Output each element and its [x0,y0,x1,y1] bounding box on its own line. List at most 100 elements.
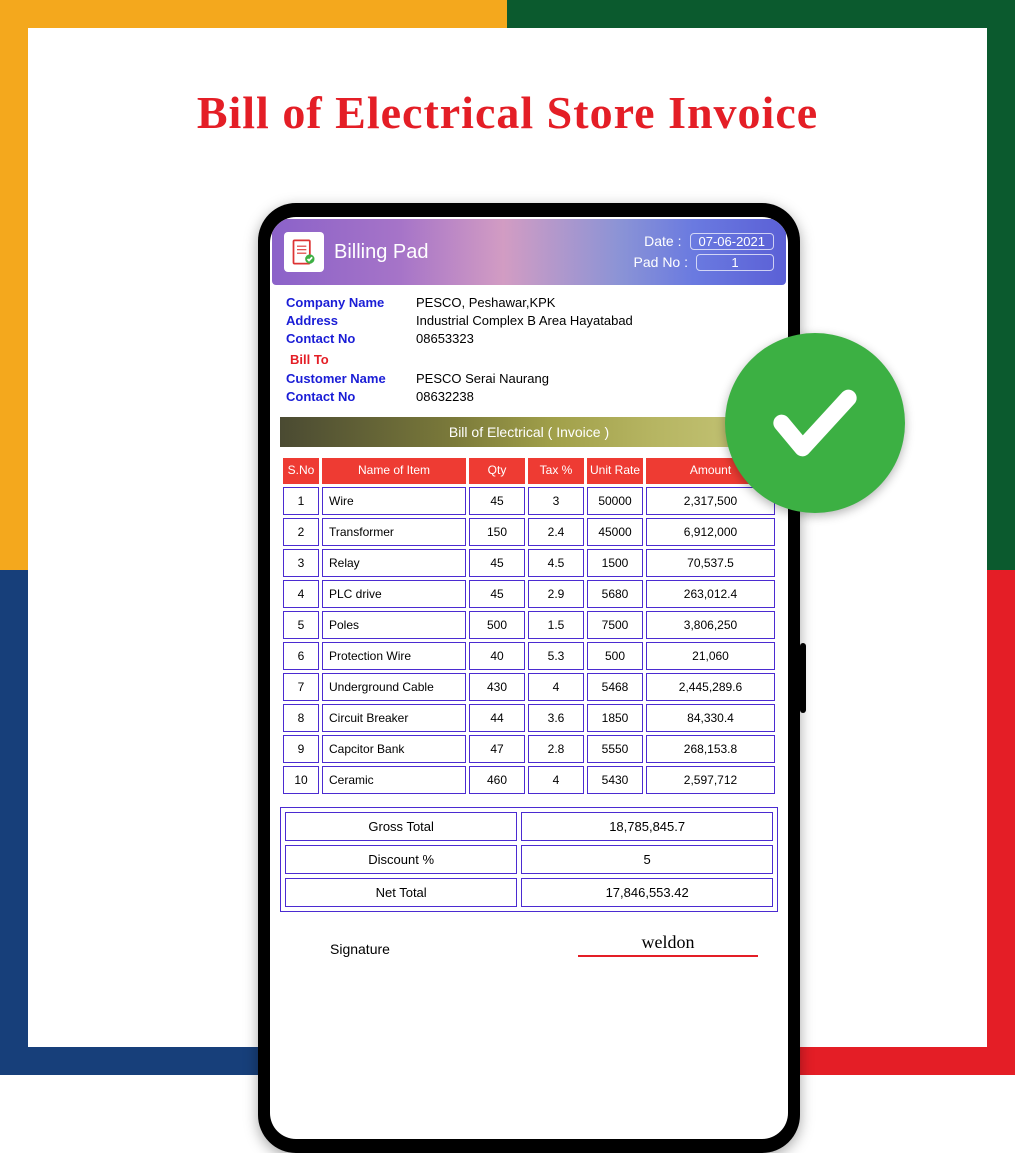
cell-tax: 4 [528,766,584,794]
cell-sno: 2 [283,518,319,546]
col-sno: S.No [283,458,319,484]
customer-contact-value: 08632238 [416,389,474,404]
table-row: 10Ceramic460454302,597,712 [283,766,775,794]
pad-no-label: Pad No : [634,254,688,271]
cell-name: Ceramic [322,766,466,794]
date-value: 07-06-2021 [690,233,775,250]
customer-name-value: PESCO Serai Naurang [416,371,549,386]
cell-rate: 1850 [587,704,643,732]
company-name-label: Company Name [286,295,416,310]
cell-amount: 2,445,289.6 [646,673,775,701]
company-block: Company Name PESCO, Peshawar,KPK Address… [270,285,788,411]
cell-name: Wire [322,487,466,515]
cell-qty: 150 [469,518,525,546]
cell-tax: 4 [528,673,584,701]
bill-to-label: Bill To [290,352,772,367]
gross-total-value: 18,785,845.7 [521,812,773,841]
cell-rate: 500 [587,642,643,670]
billing-pad-icon [284,232,324,272]
table-row: 4PLC drive452.95680263,012.4 [283,580,775,608]
table-row: 3Relay454.5150070,537.5 [283,549,775,577]
cell-sno: 10 [283,766,319,794]
cell-amount: 6,912,000 [646,518,775,546]
cell-tax: 2.8 [528,735,584,763]
page-title: Bill of Electrical Store Invoice [28,86,987,139]
cell-qty: 44 [469,704,525,732]
section-title: Bill of Electrical ( Invoice ) [280,417,778,447]
contact-value: 08653323 [416,331,474,346]
address-label: Address [286,313,416,328]
cell-qty: 40 [469,642,525,670]
cell-qty: 45 [469,487,525,515]
pad-no-value: 1 [696,254,774,271]
cell-amount: 84,330.4 [646,704,775,732]
cell-amount: 263,012.4 [646,580,775,608]
cell-tax: 4.5 [528,549,584,577]
cell-sno: 5 [283,611,319,639]
table-row: 5Poles5001.575003,806,250 [283,611,775,639]
cell-tax: 2.4 [528,518,584,546]
cell-rate: 5430 [587,766,643,794]
items-table-wrap: S.No Name of Item Qty Tax % Unit Rate Am… [270,455,788,797]
cell-rate: 7500 [587,611,643,639]
table-row: 9Capcitor Bank472.85550268,153.8 [283,735,775,763]
items-table: S.No Name of Item Qty Tax % Unit Rate Am… [280,455,778,797]
phone-side-button [800,643,806,713]
cell-name: PLC drive [322,580,466,608]
cell-sno: 8 [283,704,319,732]
cell-name: Circuit Breaker [322,704,466,732]
content-panel: Bill of Electrical Store Invoice Billing… [28,28,987,1047]
cell-rate: 5550 [587,735,643,763]
signature-line [578,955,758,957]
totals-table: Gross Total 18,785,845.7 Discount % 5 Ne… [281,808,777,911]
contact-label: Contact No [286,331,416,346]
cell-amount: 2,597,712 [646,766,775,794]
cell-tax: 2.9 [528,580,584,608]
cell-sno: 7 [283,673,319,701]
col-tax: Tax % [528,458,584,484]
table-row: 8Circuit Breaker443.6185084,330.4 [283,704,775,732]
date-label: Date : [644,233,681,250]
address-value: Industrial Complex B Area Hayatabad [416,313,633,328]
cell-qty: 460 [469,766,525,794]
cell-tax: 1.5 [528,611,584,639]
signature-value: weldon [642,932,695,953]
totals-wrap: Gross Total 18,785,845.7 Discount % 5 Ne… [280,807,778,912]
signature-label: Signature [330,941,390,957]
gross-total-label: Gross Total [285,812,517,841]
net-total-label: Net Total [285,878,517,907]
phone-screen: Billing Pad Date : 07-06-2021 Pad No : 1… [270,217,788,1139]
cell-amount: 21,060 [646,642,775,670]
cell-sno: 4 [283,580,319,608]
cell-sno: 9 [283,735,319,763]
cell-qty: 45 [469,580,525,608]
cell-qty: 45 [469,549,525,577]
check-icon [725,333,905,513]
cell-amount: 70,537.5 [646,549,775,577]
cell-tax: 3 [528,487,584,515]
cell-sno: 1 [283,487,319,515]
customer-name-label: Customer Name [286,371,416,386]
discount-value: 5 [521,845,773,874]
cell-name: Underground Cable [322,673,466,701]
cell-qty: 430 [469,673,525,701]
table-row: 1Wire453500002,317,500 [283,487,775,515]
table-row: 7Underground Cable430454682,445,289.6 [283,673,775,701]
net-total-value: 17,846,553.42 [521,878,773,907]
app-title: Billing Pad [334,241,634,264]
cell-name: Capcitor Bank [322,735,466,763]
cell-sno: 6 [283,642,319,670]
cell-name: Poles [322,611,466,639]
cell-rate: 1500 [587,549,643,577]
cell-rate: 50000 [587,487,643,515]
cell-sno: 3 [283,549,319,577]
cell-amount: 3,806,250 [646,611,775,639]
cell-amount: 268,153.8 [646,735,775,763]
company-name-value: PESCO, Peshawar,KPK [416,295,555,310]
cell-rate: 5680 [587,580,643,608]
cell-rate: 5468 [587,673,643,701]
phone-frame: Billing Pad Date : 07-06-2021 Pad No : 1… [258,203,800,1153]
cell-name: Protection Wire [322,642,466,670]
cell-qty: 47 [469,735,525,763]
cell-qty: 500 [469,611,525,639]
